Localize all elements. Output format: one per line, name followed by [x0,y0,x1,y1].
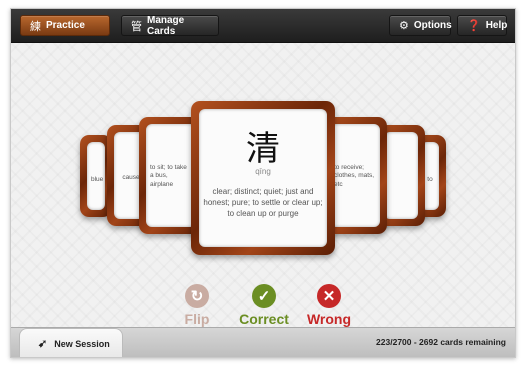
card-pinyin: qīng [255,167,271,176]
manage-cards-button[interactable]: 管 Manage Cards [121,14,219,37]
card-face: to sit; to take a bus, airplane [146,124,196,227]
practice-label: Practice [46,20,85,31]
practice-button[interactable]: 練 Practice [20,15,110,36]
top-toolbar: 練 Practice 管 Manage Cards ⚙ Options ❓ He… [11,9,515,43]
wrong-label: Wrong [306,311,352,327]
cards-remaining-status: 223/2700 - 2692 cards remaining [376,337,506,347]
card-face: to receive; clothes, mats, etc [330,124,380,227]
new-session-label: New Session [54,338,110,349]
correct-label: Correct [239,311,289,327]
new-session-icon: ➹ [38,338,48,350]
card-definition: to receive; clothes, mats, etc [334,164,375,188]
manage-icon: 管 [131,20,142,33]
app-window: 練 Practice 管 Manage Cards ⚙ Options ❓ He… [10,8,516,358]
manage-cards-label: Manage Cards [147,14,185,37]
new-session-button[interactable]: ➹ New Session [19,328,123,357]
question-icon: ❓ [467,20,481,32]
wrong-action[interactable]: ✕ Wrong [301,284,357,327]
options-label: Options [413,20,452,31]
card-definition: clear; distinct; quiet; just and honest;… [203,187,323,218]
card-glyph: 清 [246,129,280,169]
bottom-bar: ➹ New Session 223/2700 - 2692 cards rema… [11,327,515,357]
x-mark-icon[interactable]: ✕ [317,284,341,308]
checkmark-icon[interactable]: ✓ [252,284,276,308]
card-face: blue [87,142,105,210]
help-label: Help [485,20,508,31]
help-button[interactable]: ❓ Help [457,15,507,36]
flip-action[interactable]: ↻ Flip [177,284,217,327]
correct-action[interactable]: ✓ Correct [229,284,299,327]
card-face: 清 qīng clear; distinct; quiet; just and … [199,109,327,247]
options-button[interactable]: ⚙ Options [389,15,452,36]
practice-stage: blue cause to sit; to take a bus, airpla… [11,43,515,327]
flip-label: Flip [184,311,210,327]
gear-icon: ⚙ [399,20,409,32]
flip-icon[interactable]: ↻ [185,284,209,308]
card-definition: to sit; to take a bus, airplane [150,164,187,188]
card-definition: blue [91,176,104,183]
flashcard-current[interactable]: 清 qīng clear; distinct; quiet; just and … [191,101,335,255]
card-face [384,132,418,219]
practice-icon: 練 [30,20,41,33]
card-definition: to [427,176,433,183]
